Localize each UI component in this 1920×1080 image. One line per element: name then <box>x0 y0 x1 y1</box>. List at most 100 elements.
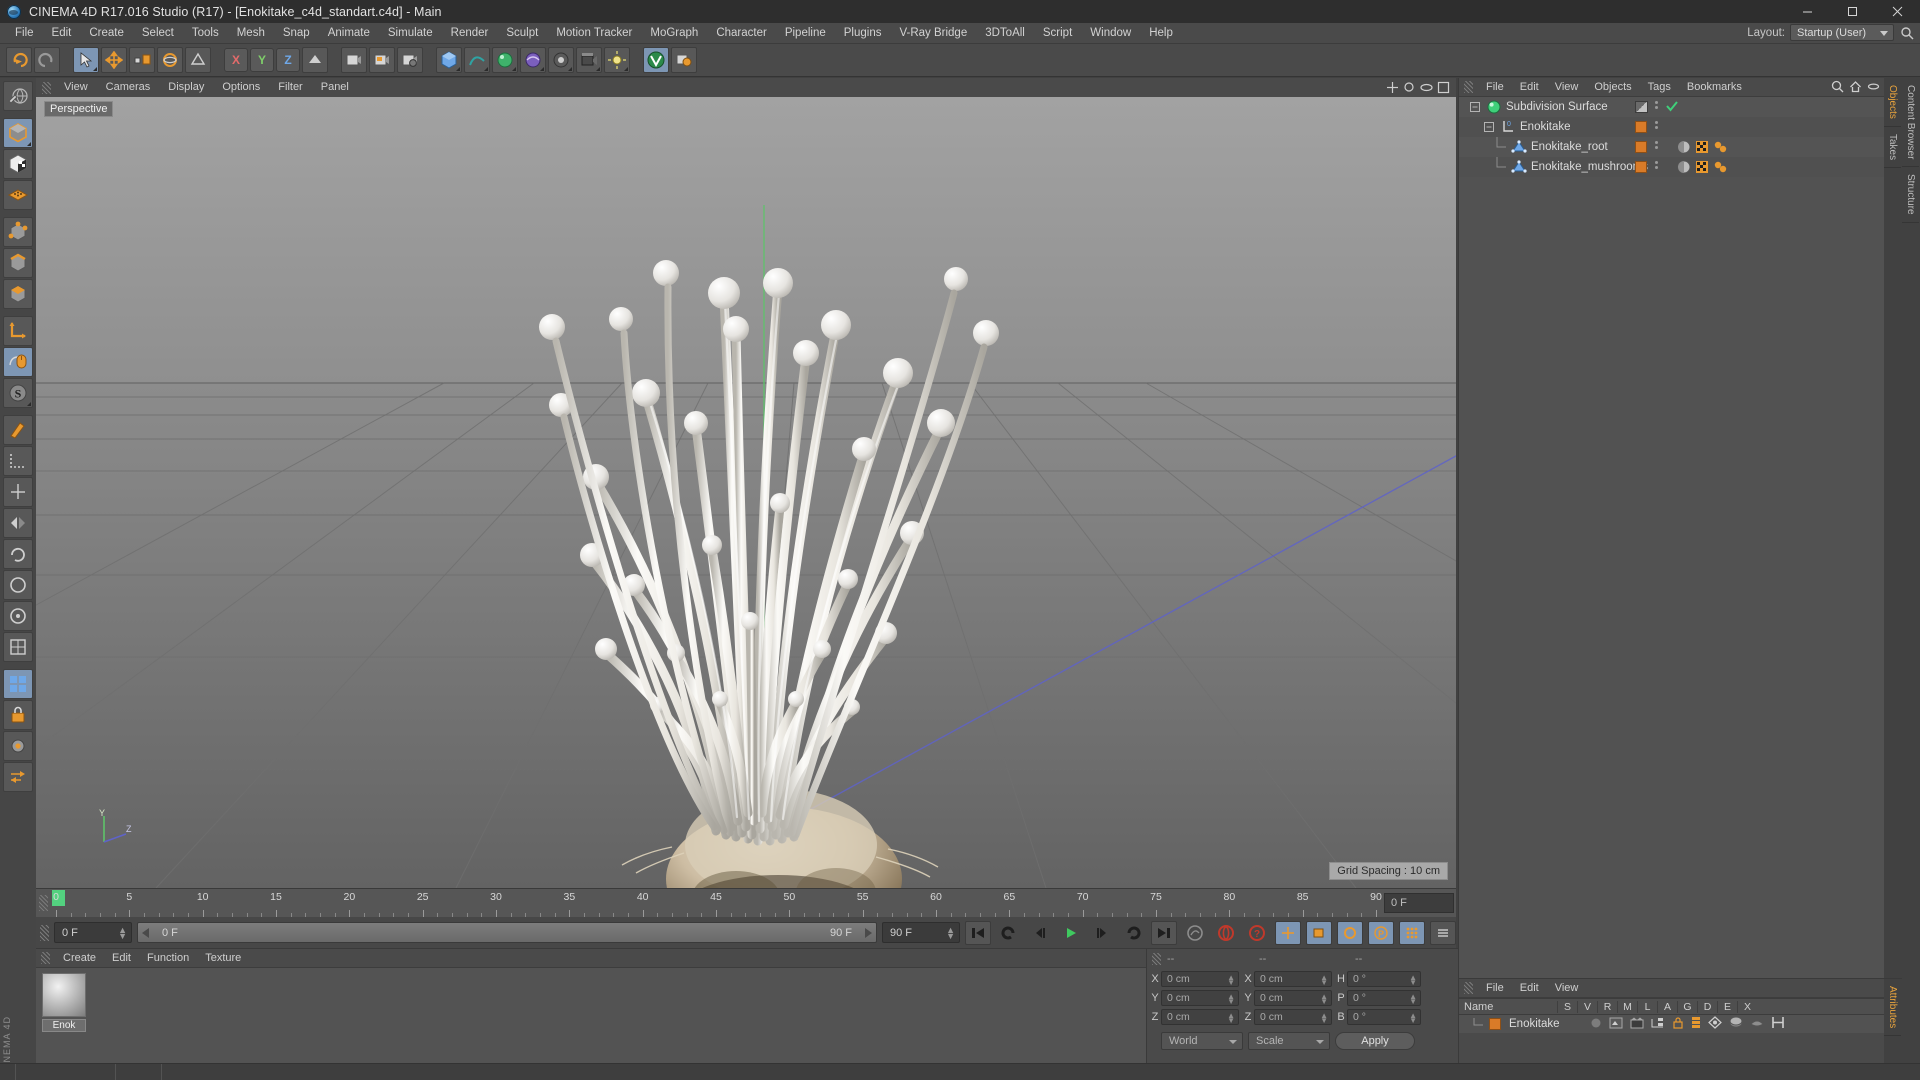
side-tab-objects[interactable]: Objects <box>1884 78 1901 127</box>
menu-vray-bridge[interactable]: V-Ray Bridge <box>890 23 976 44</box>
lock-icon[interactable] <box>1672 1016 1684 1032</box>
move-tool[interactable] <box>101 47 127 73</box>
model-mode-button[interactable] <box>3 118 33 148</box>
edge-mode-button[interactable] <box>3 248 33 278</box>
add-light-object[interactable] <box>604 47 630 73</box>
material-preview-thumbnail[interactable] <box>42 973 86 1017</box>
menu-sculpt[interactable]: Sculpt <box>497 23 547 44</box>
snap-toggle-button[interactable] <box>3 601 33 631</box>
object-color-swatch[interactable] <box>1635 141 1647 153</box>
column-header-d[interactable]: D <box>1697 1000 1717 1013</box>
axis-lock-z[interactable]: Z <box>276 48 300 72</box>
soft-selection-button[interactable]: S <box>3 378 33 408</box>
timeline-options-button[interactable] <box>1430 920 1456 945</box>
material-menu-create[interactable]: Create <box>55 949 104 968</box>
point-level-animation-toggle[interactable] <box>1399 920 1425 945</box>
timeline-track[interactable]: 0 5 10 15 20 25 30 35 40 45 50 55 60 65 70 75 80 85 90 <box>52 889 1382 918</box>
end-frame-input[interactable]: 90 F ▲ ▼ <box>882 922 960 943</box>
add-environment-object[interactable] <box>548 47 574 73</box>
material-menu-edit[interactable]: Edit <box>104 949 139 968</box>
layer-icon[interactable] <box>1867 80 1880 98</box>
axis-lock-x[interactable]: X <box>224 48 248 72</box>
scale-key-toggle[interactable] <box>1306 920 1332 945</box>
home-icon[interactable] <box>1849 80 1862 98</box>
object-menu-bookmarks[interactable]: Bookmarks <box>1679 78 1750 97</box>
rotation-h-input[interactable]: 0 ° ▲ ▼ <box>1347 970 1421 987</box>
visibility-icon[interactable] <box>1609 1017 1623 1032</box>
vray-render-button[interactable] <box>643 47 669 73</box>
polygon-mode-button[interactable] <box>3 279 33 309</box>
animation-icon[interactable] <box>1707 1016 1722 1032</box>
enable-axis-button[interactable] <box>3 347 33 377</box>
add-generator-object[interactable] <box>492 47 518 73</box>
column-header-l[interactable]: L <box>1637 1000 1657 1013</box>
timeline-frame-field[interactable]: 0 F <box>1384 893 1454 913</box>
column-header-s[interactable]: S <box>1557 1000 1577 1013</box>
render-view-button[interactable] <box>341 47 367 73</box>
render-region-button[interactable] <box>369 47 395 73</box>
layout-dropdown[interactable]: Startup (User) <box>1790 24 1894 41</box>
attributes-menu-file[interactable]: File <box>1478 979 1512 998</box>
frame-range-slider[interactable]: 0 F 90 F <box>137 922 877 943</box>
keyframe-selection-button[interactable]: ? <box>1244 921 1270 945</box>
close-button[interactable] <box>1875 0 1920 23</box>
lock-button[interactable] <box>3 700 33 730</box>
object-menu-file[interactable]: File <box>1478 78 1512 97</box>
panel-grip-icon[interactable] <box>39 895 48 911</box>
size-x-input[interactable]: 0 cm ▲ ▼ <box>1254 970 1332 987</box>
menu-edit[interactable]: Edit <box>43 23 81 44</box>
step-forward-button[interactable] <box>1089 921 1115 945</box>
rotate-tool[interactable] <box>157 47 183 73</box>
panel-grip-icon[interactable] <box>1464 81 1473 93</box>
menu-plugins[interactable]: Plugins <box>835 23 891 44</box>
autokey-toggle-button[interactable] <box>1182 921 1208 945</box>
menu-pipeline[interactable]: Pipeline <box>776 23 835 44</box>
texture-tag-icon[interactable] <box>1695 140 1709 157</box>
position-key-toggle[interactable] <box>1275 920 1301 945</box>
record-keyframe-button[interactable] <box>1213 921 1239 945</box>
generator-icon[interactable] <box>1729 1016 1743 1032</box>
enabled-check-icon[interactable] <box>1665 99 1679 116</box>
panel-grip-icon[interactable] <box>41 952 50 964</box>
object-menu-tags[interactable]: Tags <box>1640 78 1679 97</box>
measure-tool-button[interactable] <box>3 446 33 476</box>
position-z-input[interactable]: 0 cm ▲ ▼ <box>1161 1008 1239 1025</box>
edge-tab-content-browser[interactable]: Content Browser <box>1902 78 1919 168</box>
rotation-p-input[interactable]: 0 ° ▲ ▼ <box>1347 989 1421 1006</box>
menu-character[interactable]: Character <box>707 23 776 44</box>
range-end-handle-icon[interactable] <box>865 927 872 938</box>
menu-render[interactable]: Render <box>442 23 498 44</box>
add-camera-object[interactable] <box>576 47 602 73</box>
minimize-button[interactable] <box>1785 0 1830 23</box>
coordinate-mode-dropdown[interactable]: Scale <box>1248 1032 1330 1050</box>
parameter-key-toggle[interactable]: P <box>1368 920 1394 945</box>
add-deformer-object[interactable] <box>520 47 546 73</box>
range-start-handle-icon[interactable] <box>142 927 149 938</box>
viewport-menu-filter[interactable]: Filter <box>269 78 311 97</box>
texture-mode-button[interactable] <box>3 149 33 179</box>
layout-grid-button[interactable] <box>3 669 33 699</box>
solo-icon[interactable] <box>1590 1017 1602 1032</box>
texture-tag-icon[interactable] <box>1695 160 1709 177</box>
apply-button[interactable]: Apply <box>1335 1032 1415 1050</box>
flip-button[interactable] <box>3 508 33 538</box>
size-y-input[interactable]: 0 cm ▲ ▼ <box>1254 989 1332 1006</box>
editor-render-dots-icon[interactable] <box>1655 161 1658 169</box>
object-tree[interactable]: Subdivision Surface 0 Enokitake Enokitak… <box>1459 97 1903 978</box>
step-back-button[interactable] <box>1027 921 1053 945</box>
viewport-menu-cameras[interactable]: Cameras <box>97 78 160 97</box>
rotation-b-input[interactable]: 0 ° ▲ ▼ <box>1347 1008 1421 1025</box>
render-settings-button[interactable] <box>397 47 423 73</box>
rotation-key-toggle[interactable] <box>1337 920 1363 945</box>
expression-icon[interactable] <box>1771 1016 1785 1032</box>
add-cube-object[interactable] <box>436 47 462 73</box>
menu-3dtoall[interactable]: 3DToAll <box>976 23 1034 44</box>
go-to-previous-key-button[interactable] <box>996 921 1022 945</box>
menu-motion-tracker[interactable]: Motion Tracker <box>547 23 641 44</box>
world-object-coordinate-toggle[interactable] <box>302 47 328 73</box>
go-to-start-button[interactable] <box>965 920 991 945</box>
side-tab-takes[interactable]: Takes <box>1884 127 1901 169</box>
move-down-button[interactable] <box>3 477 33 507</box>
undo-button[interactable] <box>6 47 32 73</box>
play-button[interactable] <box>1058 921 1084 945</box>
